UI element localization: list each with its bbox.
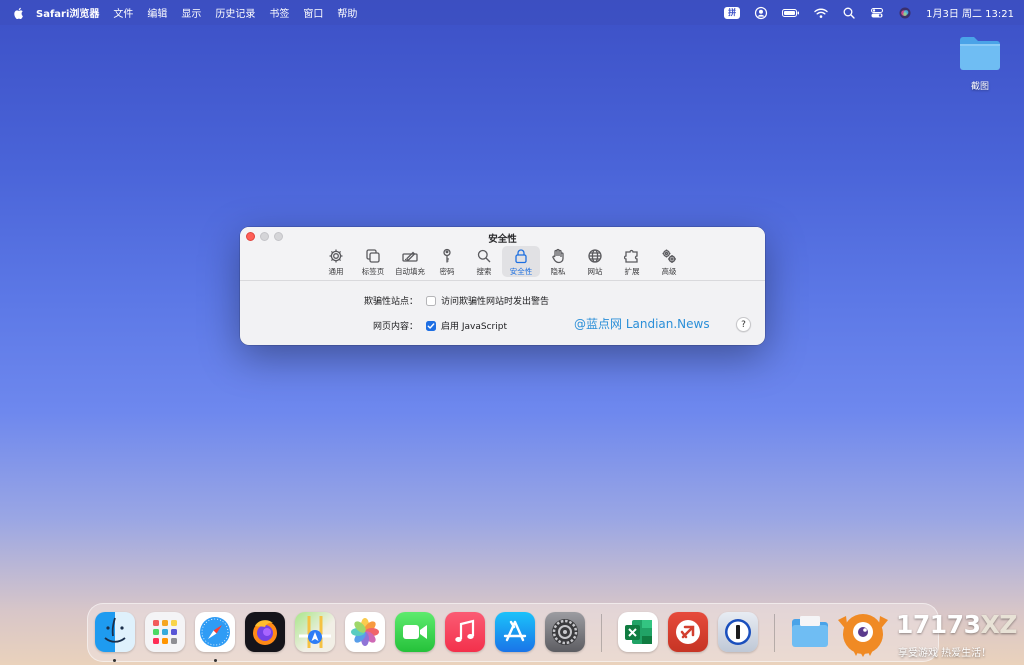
- input-method-indicator[interactable]: 拼: [724, 6, 741, 19]
- tab-privacy[interactable]: 隐私: [539, 246, 577, 277]
- watermark-text: @蓝点网 Landian.News: [574, 317, 710, 331]
- finder-icon[interactable]: [95, 612, 135, 652]
- tab-label: 通用: [328, 267, 344, 276]
- tabs-icon: [366, 249, 380, 263]
- menu-history[interactable]: 历史记录: [215, 5, 255, 20]
- tab-label: 密码: [439, 267, 455, 276]
- autofill-pen-icon: [402, 251, 418, 262]
- excel-icon[interactable]: [618, 612, 658, 652]
- fraud-row: 欺骗性站点： 访问欺骗性网站时发出警告: [240, 294, 549, 307]
- fraud-warning-checkbox[interactable]: [426, 295, 436, 306]
- menu-file[interactable]: 文件: [113, 5, 133, 20]
- menu-app-name[interactable]: Safari浏览器: [36, 5, 99, 20]
- launchpad-icon[interactable]: [145, 612, 185, 652]
- tab-security[interactable]: 安全性: [502, 246, 540, 277]
- maps-icon[interactable]: [295, 612, 335, 652]
- menu-bookmarks[interactable]: 书签: [269, 5, 289, 20]
- key-icon: [443, 248, 451, 263]
- mascot-logo-icon: [838, 614, 888, 657]
- menu-view[interactable]: 显示: [181, 5, 201, 20]
- dock-separator: [774, 614, 775, 652]
- fraud-warning-text[interactable]: 访问欺骗性网站时发出警告: [441, 294, 549, 307]
- dock: [87, 603, 939, 662]
- wifi-icon[interactable]: [814, 6, 828, 20]
- tab-passwords[interactable]: 密码: [428, 246, 466, 277]
- dock-separator: [601, 614, 602, 652]
- tab-label: 扩展: [624, 267, 640, 276]
- checkmark-icon: [427, 322, 435, 329]
- running-indicator: [214, 659, 217, 662]
- tab-label: 隐私: [550, 267, 566, 276]
- firefox-icon[interactable]: [245, 612, 285, 652]
- user-account-icon[interactable]: [754, 6, 768, 20]
- downloads-folder-icon[interactable]: [790, 612, 830, 652]
- facetime-icon[interactable]: [395, 612, 435, 652]
- app-store-icon[interactable]: [495, 612, 535, 652]
- menu-window[interactable]: 窗口: [303, 5, 323, 20]
- tab-label: 自动填充: [395, 267, 425, 276]
- safari-preferences-window: 安全性 通用 标签页 自动填充 密码 搜索 安全性 隐私 网站 扩展 高级 欺骗…: [240, 227, 765, 345]
- tab-label: 标签页: [361, 267, 385, 276]
- battery-icon[interactable]: [782, 6, 800, 20]
- desktop-folder-label: 截图: [970, 82, 989, 92]
- running-indicator: [113, 659, 116, 662]
- gears-icon: [662, 249, 676, 263]
- fraud-label: 欺骗性站点：: [363, 297, 418, 307]
- tab-search[interactable]: 搜索: [465, 246, 503, 277]
- siri-icon[interactable]: [898, 6, 912, 20]
- window-titlebar[interactable]: 安全性 通用 标签页 自动填充 密码 搜索 安全性 隐私 网站 扩展 高级: [240, 227, 765, 281]
- remote-desktop-icon[interactable]: [668, 612, 708, 652]
- tab-websites[interactable]: 网站: [576, 246, 614, 277]
- tab-label: 安全性: [509, 267, 533, 276]
- globe-icon: [588, 249, 602, 263]
- system-settings-icon[interactable]: [545, 612, 585, 652]
- tab-extensions[interactable]: 扩展: [613, 246, 651, 277]
- menu-edit[interactable]: 编辑: [147, 5, 167, 20]
- menu-bar: Safari浏览器 文件 编辑 显示 历史记录 书签 窗口 帮助 拼 1月3日 …: [0, 0, 1024, 25]
- desktop-folder[interactable]: 截图: [957, 34, 1003, 92]
- tab-autofill[interactable]: 自动填充: [391, 246, 429, 277]
- music-icon[interactable]: [445, 612, 485, 652]
- preferences-toolbar: 通用 标签页 自动填充 密码 搜索 安全性 隐私 网站 扩展 高级: [240, 246, 765, 278]
- folder-icon: [960, 37, 1000, 70]
- site-watermark-logo: 17173XZ 享受游戏 热爱生活！: [828, 604, 1024, 665]
- brand-number: 17173: [896, 610, 981, 639]
- brand-name: 17173XZ: [896, 610, 1017, 639]
- hand-icon: [552, 248, 564, 264]
- 1password-icon[interactable]: [718, 612, 758, 652]
- security-settings: 欺骗性站点： 访问欺骗性网站时发出警告 网页内容： 启用 JavaScript …: [240, 281, 765, 345]
- lock-icon: [515, 249, 527, 264]
- tab-label: 搜索: [476, 267, 492, 276]
- help-button[interactable]: ?: [736, 317, 751, 332]
- search-icon: [477, 249, 491, 263]
- web-content-label: 网页内容：: [372, 322, 418, 332]
- tab-tabs[interactable]: 标签页: [354, 246, 392, 277]
- gear-icon: [329, 249, 343, 263]
- safari-icon[interactable]: [195, 612, 235, 652]
- menu-help[interactable]: 帮助: [337, 5, 357, 20]
- brand-suffix: XZ: [980, 610, 1017, 639]
- tab-label: 网站: [587, 267, 603, 276]
- brand-slogan: 享受游戏 热爱生活！: [898, 648, 992, 659]
- tab-general[interactable]: 通用: [317, 246, 355, 277]
- puzzle-icon: [624, 249, 638, 263]
- photos-icon[interactable]: [345, 612, 385, 652]
- javascript-checkbox[interactable]: [426, 320, 436, 331]
- web-content-row: 网页内容： 启用 JavaScript: [240, 319, 507, 332]
- apple-logo-icon[interactable]: [12, 6, 26, 20]
- javascript-text[interactable]: 启用 JavaScript: [441, 319, 507, 332]
- control-center-icon[interactable]: [870, 6, 884, 20]
- window-title: 安全性: [488, 234, 517, 245]
- status-area: 拼 1月3日 周二 13:21: [710, 0, 1014, 25]
- clock[interactable]: 1月3日 周二 13:21: [926, 5, 1014, 20]
- spotlight-search-icon[interactable]: [842, 6, 856, 20]
- tab-label: 高级: [661, 267, 677, 276]
- tab-advanced[interactable]: 高级: [650, 246, 688, 277]
